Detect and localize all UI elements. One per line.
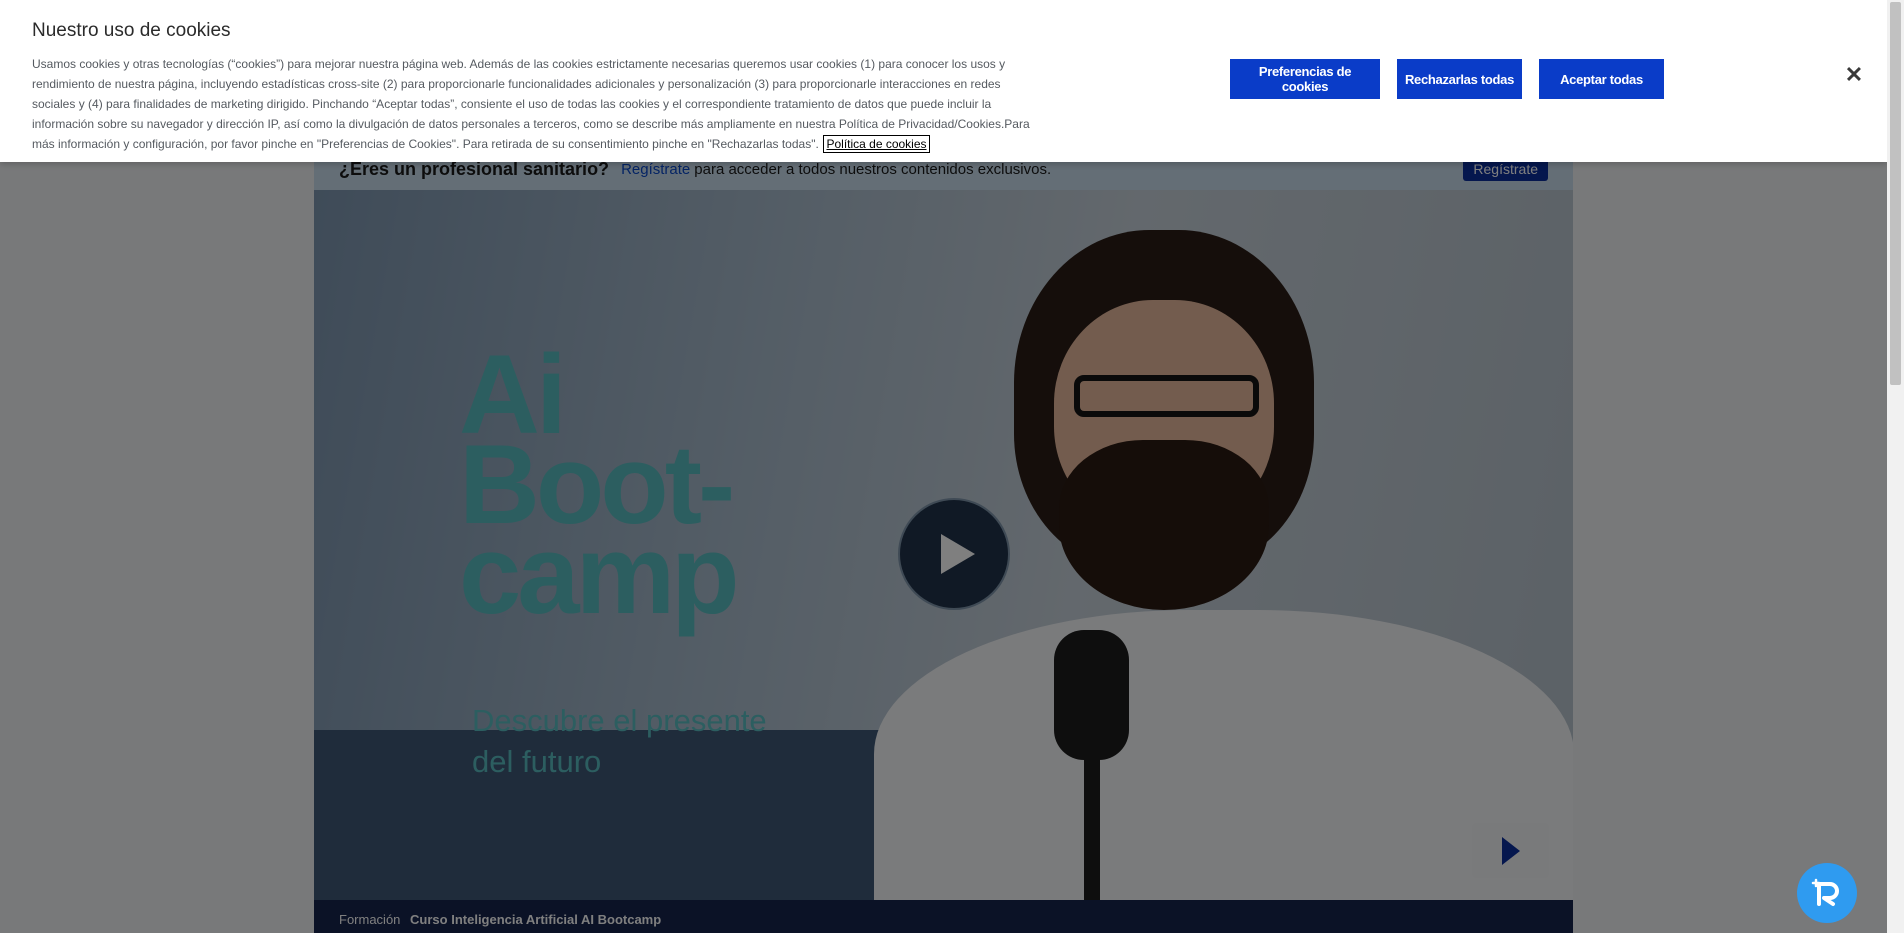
chat-assistant-icon xyxy=(1811,878,1839,906)
scrollbar-thumb[interactable] xyxy=(1890,2,1901,385)
cookie-policy-link[interactable]: Política de cookies xyxy=(823,135,930,153)
reject-all-button[interactable]: Rechazarlas todas xyxy=(1397,59,1522,99)
cookie-preferences-button[interactable]: Preferencias de cookies xyxy=(1230,59,1380,99)
accept-all-button[interactable]: Aceptar todas xyxy=(1539,59,1664,99)
cookie-banner-title: Nuestro uso de cookies xyxy=(32,20,231,41)
close-icon[interactable]: ✕ xyxy=(1843,62,1865,87)
cookie-banner-text: Usamos cookies y otras tecnologías (“coo… xyxy=(32,54,1032,154)
cookie-banner: Nuestro uso de cookies Usamos cookies y … xyxy=(0,0,1887,162)
chat-assistant-button[interactable] xyxy=(1797,863,1857,923)
